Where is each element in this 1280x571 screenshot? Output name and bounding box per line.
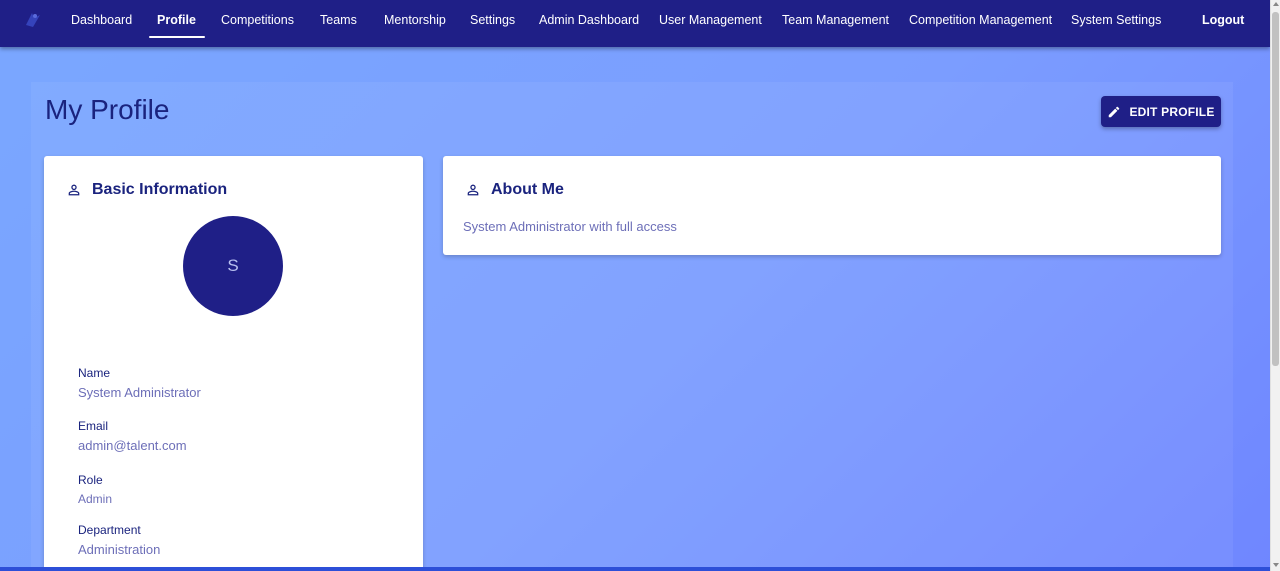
nav-profile-label: Profile (157, 13, 196, 27)
field-value: System Administrator (78, 385, 201, 400)
field-label: Role (78, 473, 103, 487)
nav-teams[interactable]: Teams (320, 0, 357, 40)
about-me-title: About Me (491, 181, 564, 198)
nav-dashboard[interactable]: Dashboard (71, 0, 132, 40)
about-me-text: System Administrator with full access (463, 219, 677, 234)
about-me-header: About Me (465, 181, 564, 199)
active-tab-indicator (149, 36, 205, 38)
top-navbar: Dashboard Profile Competitions Teams Men… (0, 0, 1270, 47)
nav-settings[interactable]: Settings (470, 0, 515, 40)
about-me-card: About Me System Administrator with full … (443, 156, 1221, 255)
bottom-edge (0, 567, 1270, 571)
basic-information-header: Basic Information (66, 181, 227, 199)
basic-information-card: Basic Information S Name System Administ… (44, 156, 423, 571)
app-logo-icon[interactable] (22, 9, 44, 31)
nav-competitions[interactable]: Competitions (221, 0, 294, 40)
scroll-up-arrow-icon[interactable] (1273, 2, 1279, 6)
avatar: S (183, 216, 283, 316)
field-name: Name System Administrator (78, 366, 201, 400)
field-label: Department (78, 523, 141, 537)
field-email: Email admin@talent.com (78, 419, 187, 453)
logout-button[interactable]: Logout (1202, 0, 1244, 40)
field-value: Admin (78, 492, 113, 506)
basic-information-title: Basic Information (92, 181, 228, 198)
field-label: Name (78, 366, 111, 380)
nav-admin-dashboard[interactable]: Admin Dashboard (539, 0, 639, 40)
edit-profile-label: EDIT PROFILE (1129, 104, 1215, 119)
field-department: Department Administration (78, 523, 160, 557)
nav-user-management[interactable]: User Management (659, 0, 762, 40)
field-label: Email (78, 419, 109, 433)
pencil-icon (1109, 106, 1120, 117)
scroll-down-arrow-icon[interactable] (1273, 563, 1279, 567)
page-title: My Profile (45, 94, 170, 125)
person-icon (68, 184, 80, 196)
vertical-scrollbar[interactable] (1270, 0, 1280, 571)
field-role: Role Admin (78, 473, 112, 506)
scroll-thumb[interactable] (1272, 12, 1279, 366)
avatar-initial: S (227, 256, 239, 275)
edit-profile-button[interactable]: EDIT PROFILE (1101, 96, 1221, 127)
nav-system-settings[interactable]: System Settings (1071, 0, 1161, 40)
nav-team-management[interactable]: Team Management (782, 0, 889, 40)
field-value: admin@talent.com (78, 438, 187, 453)
field-value: Administration (78, 542, 161, 557)
nav-mentorship[interactable]: Mentorship (384, 0, 446, 40)
nav-competition-management[interactable]: Competition Management (909, 0, 1052, 40)
person-icon (467, 184, 479, 196)
nav-profile[interactable]: Profile (149, 0, 205, 40)
